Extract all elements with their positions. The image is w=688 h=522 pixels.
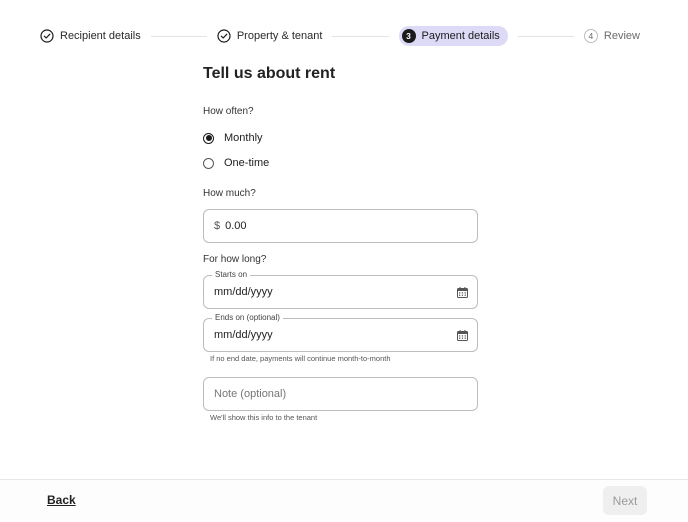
calendar-icon[interactable] bbox=[457, 330, 468, 341]
duration-label: For how long? bbox=[203, 254, 267, 265]
end-date-hint: If no end date, payments will continue m… bbox=[210, 354, 391, 363]
step-number-badge: 3 bbox=[401, 29, 416, 43]
frequency-label: How often? bbox=[203, 106, 254, 117]
starts-on-date-input[interactable]: Starts on mm/dd/yyyy bbox=[203, 270, 478, 309]
amount-input[interactable]: $ 0.00 bbox=[203, 209, 478, 243]
page-title: Tell us about rent bbox=[203, 65, 336, 82]
rent-payment-page: Recipient details Property & tenant 3 Pa… bbox=[0, 0, 688, 522]
ends-on-date-input[interactable]: Ends on (optional) mm/dd/yyyy bbox=[203, 313, 478, 352]
currency-symbol: $ bbox=[214, 220, 221, 232]
step-label: Review bbox=[603, 30, 640, 42]
radio-button[interactable] bbox=[203, 157, 214, 169]
radio-one-time[interactable]: One-time bbox=[203, 157, 269, 169]
rent-form: Tell us about rent How often? Monthly On… bbox=[203, 62, 478, 422]
step-connector bbox=[150, 35, 207, 37]
radio-monthly[interactable]: Monthly bbox=[203, 132, 263, 144]
next-button[interactable]: Next bbox=[603, 486, 647, 515]
check-circle-icon bbox=[40, 29, 54, 43]
step-label: Payment details bbox=[421, 30, 500, 42]
step-number-badge: 4 bbox=[583, 29, 598, 43]
calendar-icon[interactable] bbox=[457, 287, 468, 298]
ends-on-legend: Ends on (optional) bbox=[212, 313, 283, 322]
step-review[interactable]: 4 Review bbox=[583, 26, 640, 46]
step-label: Property & tenant bbox=[236, 30, 323, 42]
step-connector bbox=[517, 35, 574, 37]
step-payment-details[interactable]: 3 Payment details bbox=[398, 26, 508, 46]
amount-label: How much? bbox=[203, 188, 256, 199]
back-link[interactable]: Back bbox=[47, 493, 76, 507]
progress-stepper: Recipient details Property & tenant 3 Pa… bbox=[40, 24, 640, 48]
note-placeholder[interactable]: Note (optional) bbox=[214, 388, 286, 400]
note-hint: We'll show this info to the tenant bbox=[210, 413, 318, 422]
step-connector bbox=[332, 35, 389, 37]
note-input[interactable]: Note (optional) bbox=[203, 377, 478, 411]
check-circle-icon bbox=[217, 29, 231, 43]
step-label: Recipient details bbox=[60, 30, 141, 42]
starts-on-legend: Starts on bbox=[212, 270, 251, 279]
step-property-tenant[interactable]: Property & tenant bbox=[217, 26, 323, 46]
ends-on-placeholder[interactable]: mm/dd/yyyy bbox=[214, 329, 273, 341]
starts-on-placeholder[interactable]: mm/dd/yyyy bbox=[214, 286, 273, 298]
footer-bar: Back Next bbox=[0, 479, 688, 522]
radio-label: One-time bbox=[224, 157, 270, 169]
step-recipient-details[interactable]: Recipient details bbox=[40, 26, 141, 46]
radio-label: Monthly bbox=[224, 132, 263, 144]
amount-value[interactable]: 0.00 bbox=[225, 220, 246, 232]
radio-button-checked[interactable] bbox=[203, 132, 214, 144]
